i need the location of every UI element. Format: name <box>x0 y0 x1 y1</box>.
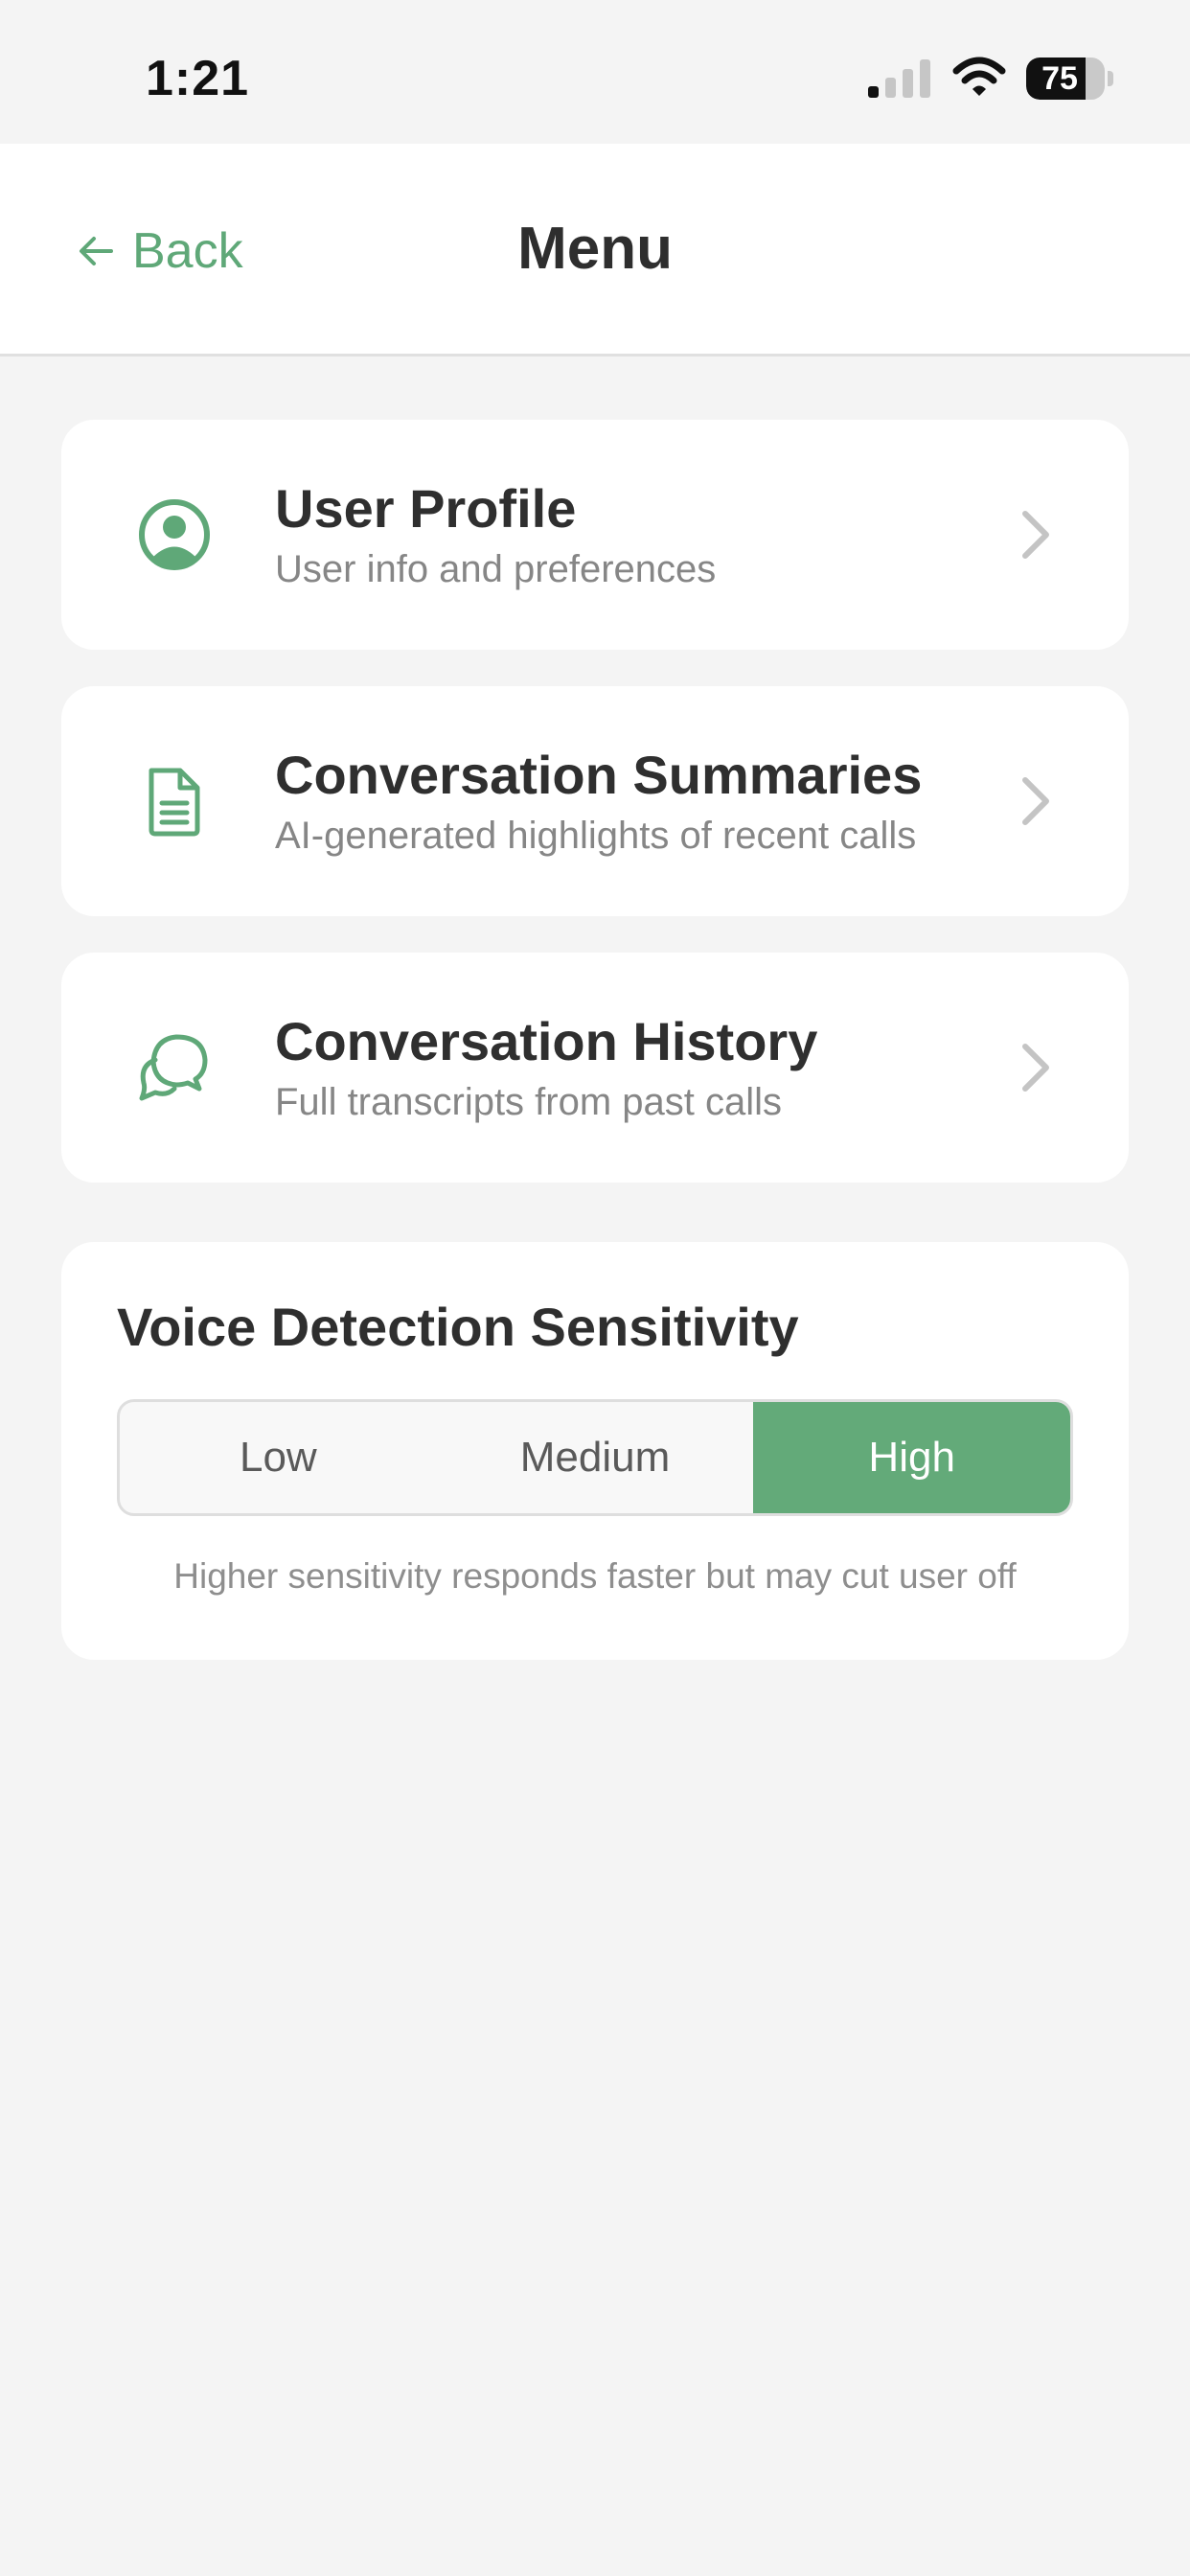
page-title: Menu <box>517 216 673 282</box>
menu-item-subtitle: AI-generated highlights of recent calls <box>275 815 917 857</box>
status-bar: 1:21 75 <box>0 0 1190 144</box>
menu-item-conversation-history[interactable]: Conversation History Full transcripts fr… <box>61 953 1129 1183</box>
status-time: 1:21 <box>146 51 250 106</box>
segment-low[interactable]: Low <box>120 1402 437 1513</box>
menu-item-subtitle: Full transcripts from past calls <box>275 1081 783 1123</box>
chevron-right-icon <box>1022 1044 1049 1092</box>
chat-bubbles-icon <box>139 1034 208 1101</box>
menu-item-user-profile[interactable]: User Profile User info and preferences <box>61 420 1129 650</box>
segment-medium[interactable]: Medium <box>437 1402 754 1513</box>
user-circle-icon <box>139 499 210 570</box>
sensitivity-segmented-control: Low Medium High <box>117 1399 1073 1516</box>
chevron-right-icon <box>1022 777 1049 825</box>
menu-item-subtitle: User info and preferences <box>275 548 717 590</box>
wifi-icon <box>952 57 1006 96</box>
cellular-signal-icon <box>868 59 930 98</box>
sensitivity-hint: Higher sensitivity responds faster but m… <box>173 1556 1017 1596</box>
battery-label: 75 <box>1041 60 1078 97</box>
battery-nub <box>1108 71 1113 86</box>
navigation-header: Back Menu <box>0 144 1190 356</box>
menu-item-title: User Profile <box>275 478 577 539</box>
menu-item-title: Conversation History <box>275 1011 818 1071</box>
battery-icon: 75 <box>1026 58 1105 100</box>
voice-detection-card: Voice Detection Sensitivity Low Medium H… <box>61 1242 1129 1660</box>
menu-item-conversation-summaries[interactable]: Conversation Summaries AI-generated high… <box>61 686 1129 916</box>
chevron-right-icon <box>1022 511 1049 559</box>
document-icon <box>149 768 200 837</box>
voice-detection-title: Voice Detection Sensitivity <box>117 1297 799 1357</box>
segment-high[interactable]: High <box>753 1402 1070 1513</box>
menu-item-title: Conversation Summaries <box>275 745 923 805</box>
